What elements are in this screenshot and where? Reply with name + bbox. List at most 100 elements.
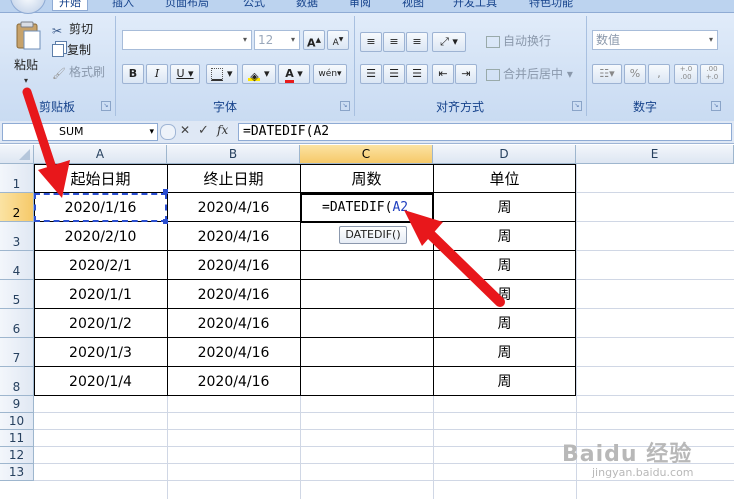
active-cell-c2[interactable]: =DATEDIF(A2 bbox=[300, 193, 434, 223]
column-header-a[interactable]: A bbox=[34, 145, 167, 164]
alignment-launcher-icon[interactable]: ↘ bbox=[572, 101, 582, 111]
row-header-10[interactable]: 10 bbox=[0, 413, 34, 430]
row-header-8[interactable]: 8 bbox=[0, 367, 34, 396]
column-header-d[interactable]: D bbox=[433, 145, 576, 164]
cell-b1[interactable]: 终止日期 bbox=[167, 164, 300, 193]
reference-handle[interactable] bbox=[163, 219, 168, 224]
cut-button[interactable]: ✂ 剪切 bbox=[52, 21, 93, 38]
cell-c7[interactable] bbox=[300, 338, 433, 367]
align-right-button[interactable]: ☰ bbox=[406, 64, 428, 84]
cell-d8[interactable]: 周 bbox=[433, 367, 576, 396]
tab-data[interactable]: 数据 bbox=[296, 0, 318, 10]
decrease-indent-button[interactable]: ⇤ bbox=[432, 64, 454, 84]
number-launcher-icon[interactable]: ↘ bbox=[711, 101, 721, 111]
column-header-e[interactable]: E bbox=[576, 145, 734, 164]
row-header-9[interactable]: 9 bbox=[0, 396, 34, 413]
tab-special-features[interactable]: 特色功能 bbox=[529, 0, 573, 10]
border-button[interactable]: ▾ bbox=[206, 64, 238, 84]
clipboard-launcher-icon[interactable]: ↘ bbox=[101, 101, 111, 111]
tab-page-layout[interactable]: 页面布局 bbox=[165, 0, 209, 10]
comma-button[interactable]: , bbox=[648, 64, 670, 84]
increase-indent-button[interactable]: ⇥ bbox=[455, 64, 477, 84]
row-header-6[interactable]: 6 bbox=[0, 309, 34, 338]
align-middle-button[interactable]: ≡ bbox=[383, 32, 405, 52]
tab-home[interactable]: 开始 bbox=[52, 0, 88, 11]
cell-d3[interactable]: 周 bbox=[433, 222, 576, 251]
cell-a6[interactable]: 2020/1/2 bbox=[34, 309, 167, 338]
row-header-1[interactable]: 1 bbox=[0, 164, 34, 193]
cell-c1[interactable]: 周数 bbox=[300, 164, 433, 193]
row-header-4[interactable]: 4 bbox=[0, 251, 34, 280]
increase-decimal-button[interactable]: +.0 .00 bbox=[674, 64, 698, 84]
cell-b8[interactable]: 2020/4/16 bbox=[167, 367, 300, 396]
font-name-combo[interactable]: ▾ bbox=[122, 30, 252, 50]
row-header-7[interactable]: 7 bbox=[0, 338, 34, 367]
number-format-combo[interactable]: 数值 ▾ bbox=[592, 30, 718, 50]
insert-function-icon[interactable]: fx bbox=[217, 123, 228, 137]
italic-button[interactable]: I bbox=[146, 64, 168, 84]
percent-button[interactable]: % bbox=[624, 64, 646, 84]
cell-d2[interactable]: 周 bbox=[433, 193, 576, 222]
align-left-button[interactable]: ☰ bbox=[360, 64, 382, 84]
cell-d4[interactable]: 周 bbox=[433, 251, 576, 280]
reference-handle[interactable] bbox=[163, 189, 168, 194]
tab-review[interactable]: 审阅 bbox=[349, 0, 371, 10]
select-all-corner[interactable] bbox=[0, 145, 34, 164]
cell-c6[interactable] bbox=[300, 309, 433, 338]
cell-d1[interactable]: 单位 bbox=[433, 164, 576, 193]
shrink-font-button[interactable]: A▼ bbox=[327, 30, 349, 50]
tab-formulas[interactable]: 公式 bbox=[243, 0, 265, 10]
cell-a7[interactable]: 2020/1/3 bbox=[34, 338, 167, 367]
cell-c8[interactable] bbox=[300, 367, 433, 396]
name-box[interactable]: SUM ▾ bbox=[2, 123, 158, 141]
font-color-button[interactable]: A ▾ bbox=[278, 64, 310, 84]
cell-a3[interactable]: 2020/2/10 bbox=[34, 222, 167, 251]
cell-a1[interactable]: 起始日期 bbox=[34, 164, 167, 193]
row-header-13[interactable]: 13 bbox=[0, 464, 34, 481]
cell-d5[interactable]: 周 bbox=[433, 280, 576, 309]
align-center-button[interactable]: ☰ bbox=[383, 64, 405, 84]
align-bottom-button[interactable]: ≡ bbox=[406, 32, 428, 52]
enter-icon[interactable]: ✓ bbox=[198, 123, 209, 138]
bold-button[interactable]: B bbox=[122, 64, 144, 84]
cell-b6[interactable]: 2020/4/16 bbox=[167, 309, 300, 338]
font-launcher-icon[interactable]: ↘ bbox=[340, 101, 350, 111]
cell-a2[interactable]: 2020/1/16 bbox=[34, 193, 167, 222]
tab-insert[interactable]: 插入 bbox=[112, 0, 134, 10]
cell-d6[interactable]: 周 bbox=[433, 309, 576, 338]
cell-a8[interactable]: 2020/1/4 bbox=[34, 367, 167, 396]
wrap-text-button[interactable]: 自动换行 bbox=[486, 33, 551, 49]
cell-c4[interactable] bbox=[300, 251, 433, 280]
paste-button[interactable]: 粘贴 ▾ bbox=[10, 20, 46, 92]
column-header-b[interactable]: B bbox=[167, 145, 300, 164]
format-painter-button[interactable]: 🖌 格式刷 bbox=[52, 64, 105, 80]
grow-font-button[interactable]: A▲ bbox=[303, 30, 325, 50]
cell-b7[interactable]: 2020/4/16 bbox=[167, 338, 300, 367]
currency-button[interactable]: ☷▾ bbox=[592, 64, 622, 84]
tab-developer[interactable]: 开发工具 bbox=[453, 0, 497, 10]
orientation-button[interactable]: ⤢ ▾ bbox=[432, 32, 466, 52]
merge-center-button[interactable]: 合并后居中 ▾ bbox=[486, 66, 573, 82]
cell-b3[interactable]: 2020/4/16 bbox=[167, 222, 300, 251]
row-header-2[interactable]: 2 bbox=[0, 193, 34, 222]
copy-button[interactable]: 复制 bbox=[52, 42, 91, 58]
row-header-11[interactable]: 11 bbox=[0, 430, 34, 447]
decrease-decimal-button[interactable]: .00 +.0 bbox=[700, 64, 724, 84]
row-header-3[interactable]: 3 bbox=[0, 222, 34, 251]
cell-b2[interactable]: 2020/4/16 bbox=[167, 193, 300, 222]
tab-view[interactable]: 视图 bbox=[402, 0, 424, 10]
column-header-c[interactable]: C bbox=[300, 145, 433, 164]
cancel-icon[interactable]: ✕ bbox=[180, 123, 190, 137]
cell-a4[interactable]: 2020/2/1 bbox=[34, 251, 167, 280]
function-tooltip[interactable]: DATEDIF() bbox=[339, 226, 407, 244]
cell-b5[interactable]: 2020/4/16 bbox=[167, 280, 300, 309]
underline-button[interactable]: U ▾ bbox=[170, 64, 200, 84]
office-button[interactable] bbox=[10, 0, 46, 14]
phonetic-button[interactable]: wén▾ bbox=[313, 64, 347, 84]
cell-b4[interactable]: 2020/4/16 bbox=[167, 251, 300, 280]
font-size-combo[interactable]: 12 ▾ bbox=[254, 30, 300, 50]
cell-d7[interactable]: 周 bbox=[433, 338, 576, 367]
align-top-button[interactable]: ≡ bbox=[360, 32, 382, 52]
formula-input[interactable]: =DATEDIF(A2 bbox=[238, 123, 732, 141]
fill-color-button[interactable]: ◈ ▾ bbox=[242, 64, 276, 84]
